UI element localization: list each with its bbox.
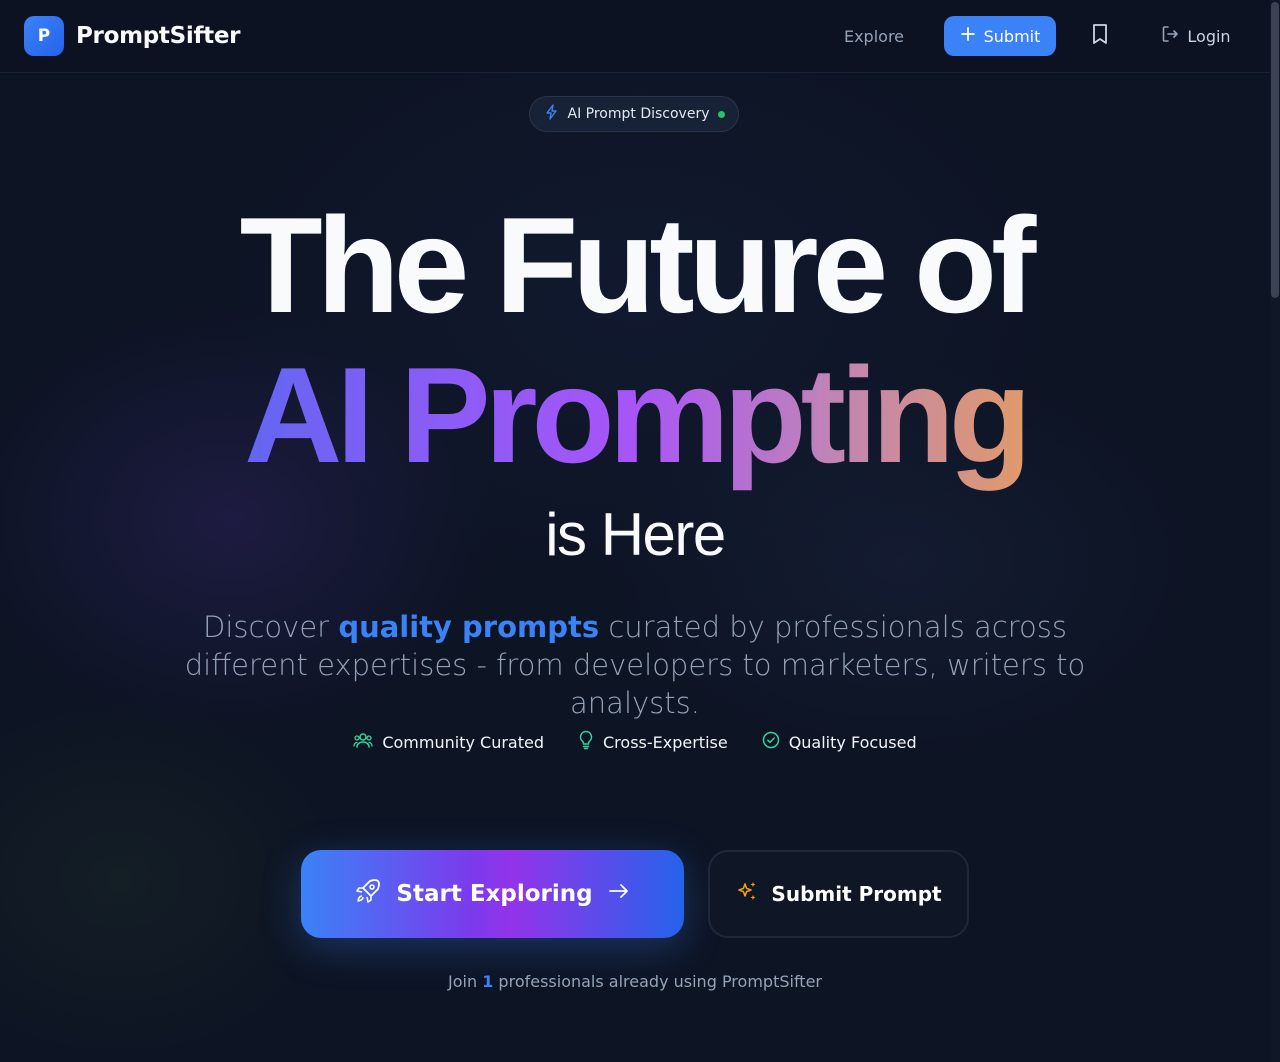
status-dot (717, 110, 725, 118)
users-icon (353, 731, 373, 753)
check-circle-icon (762, 731, 780, 753)
scrollbar-thumb[interactable] (1271, 2, 1279, 298)
bookmarks-button[interactable] (1080, 16, 1120, 56)
feature-cross-expertise: Cross-Expertise (578, 728, 728, 756)
headline-line-2: AI Prompting (0, 340, 1270, 490)
join-prefix: Join (448, 972, 483, 991)
sparkles-icon (735, 880, 759, 909)
plus-icon (960, 26, 976, 46)
start-exploring-label: Start Exploring (396, 881, 593, 907)
login-button[interactable]: Login (1148, 16, 1244, 56)
professional-count: 1 (482, 972, 494, 991)
top-nav: P PromptSifter Explore Submit Login (0, 0, 1280, 73)
join-suffix: professionals already using PromptSifter (493, 972, 822, 991)
hero-description: Discover quality prompts curated by prof… (140, 608, 1130, 722)
arrow-right-icon (607, 879, 631, 909)
login-icon (1161, 25, 1179, 47)
headline-line-3: is Here (545, 501, 726, 568)
page-scrollbar[interactable] (1270, 0, 1280, 1062)
brand-name[interactable]: PromptSifter (76, 20, 241, 52)
feature-label: Quality Focused (788, 732, 917, 752)
nav-submit-label: Submit (983, 26, 1041, 46)
description-highlight: quality prompts (338, 610, 600, 644)
bookmark-icon (1090, 23, 1110, 49)
feature-quality-focused: Quality Focused (762, 728, 917, 756)
start-exploring-button[interactable]: Start Exploring (301, 850, 684, 938)
headline-line-1: The Future of (239, 189, 1037, 341)
headline-gradient-text: AI Prompting (244, 339, 1032, 491)
submit-prompt-label: Submit Prompt (771, 882, 942, 906)
hero-badge: AI Prompt Discovery (529, 96, 739, 132)
feature-label: Community Curated (382, 732, 544, 752)
social-proof-text: Join 1 professionals already using Promp… (0, 970, 1270, 994)
badge-label: AI Prompt Discovery (567, 106, 710, 122)
zap-icon (544, 104, 560, 124)
submit-prompt-button[interactable]: Submit Prompt (708, 850, 969, 938)
nav-explore-link[interactable]: Explore (828, 16, 920, 56)
logo-mark[interactable]: P (24, 16, 64, 56)
login-label: Login (1187, 26, 1231, 46)
feature-label: Cross-Expertise (603, 732, 728, 752)
rocket-icon (354, 877, 382, 911)
feature-list: Community Curated Cross-Expertise Qualit… (0, 728, 1270, 756)
description-prefix: Discover (202, 610, 339, 644)
feature-community-curated: Community Curated (353, 728, 544, 756)
nav-submit-button[interactable]: Submit (944, 16, 1056, 56)
lightbulb-icon (578, 730, 594, 754)
